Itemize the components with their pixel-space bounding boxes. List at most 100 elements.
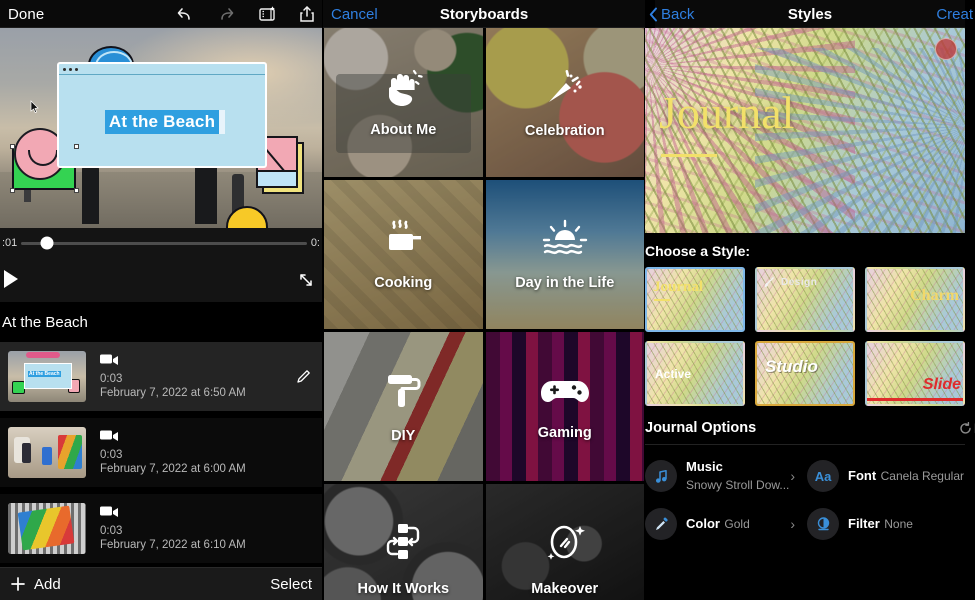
option-key: Color xyxy=(686,516,720,531)
option-filter[interactable]: Filter None xyxy=(807,503,965,545)
style-card-active[interactable]: Active xyxy=(645,341,745,406)
clip-thumbnail xyxy=(8,503,86,554)
selection-handle-bl[interactable] xyxy=(10,188,15,193)
clip-duration: 0:03 xyxy=(100,449,123,461)
magic-movie-icon[interactable] xyxy=(257,5,277,23)
redo-icon[interactable] xyxy=(216,5,236,23)
option-value: Canela Regular xyxy=(880,469,964,483)
style-name: Design xyxy=(781,277,818,288)
options-grid: Music Snowy Stroll Dow... › Aa Font Cane… xyxy=(645,445,965,545)
style-card-studio[interactable]: Studio xyxy=(755,341,855,406)
storyboard-label: Makeover xyxy=(531,581,599,597)
selection-handle-tl[interactable] xyxy=(10,144,15,149)
style-card-charm[interactable]: Charm xyxy=(865,267,965,332)
flow-diagram-icon xyxy=(379,520,427,571)
left-navigation-bar: Done xyxy=(0,0,322,28)
edit-pencil-icon[interactable] xyxy=(295,368,312,390)
left-bottom-toolbar: Add Select xyxy=(0,567,322,600)
storyboard-label: Gaming xyxy=(537,425,592,441)
storyboard-card-diy[interactable]: DIY xyxy=(324,332,483,481)
paint-roller-icon xyxy=(380,369,426,418)
storyboard-grid: About Me Celebration Cooking Day in the … xyxy=(323,28,645,600)
style-card-slide[interactable]: Slide xyxy=(865,341,965,406)
option-key: Music xyxy=(686,459,723,474)
choose-style-label: Choose a Style: xyxy=(645,243,751,259)
title-card-titlebar xyxy=(59,64,265,75)
option-color[interactable]: Color Gold › xyxy=(645,503,803,545)
list-item[interactable]: 0:03 February 7, 2022 at 6:00 AM xyxy=(0,418,322,487)
style-name: Charm xyxy=(910,287,959,304)
create-button[interactable]: Creat xyxy=(936,6,973,23)
clip-thumbnail xyxy=(8,427,86,478)
selection-handle-tr[interactable] xyxy=(74,144,79,149)
app-screenshot: Done At the Beach:01 0: At the Beach At… xyxy=(0,0,975,600)
chevron-right-icon: › xyxy=(790,516,795,532)
storyboard-label: About Me xyxy=(370,122,437,138)
video-preview[interactable]: At the Beach xyxy=(0,28,322,228)
reset-button[interactable]: Re xyxy=(959,421,975,436)
title-card[interactable]: At the Beach xyxy=(57,62,267,168)
clip-list: At the Beach 0:03 February 7, 2022 at 6:… xyxy=(0,342,322,563)
style-name: Slide xyxy=(922,376,961,393)
current-time-label: :01 xyxy=(2,237,18,249)
option-value: Gold xyxy=(724,517,750,531)
storyboard-label: Cooking xyxy=(374,275,433,291)
hot-beverage-icon xyxy=(379,218,427,265)
preview-underline xyxy=(661,154,717,157)
done-button[interactable]: Done xyxy=(8,6,44,23)
scrubber-knob[interactable] xyxy=(40,236,54,250)
style-card-journal[interactable]: Journal xyxy=(645,267,745,332)
add-media-button[interactable]: Add xyxy=(10,576,61,593)
storyboard-card-day-in-the-life[interactable]: Day in the Life xyxy=(485,180,644,329)
storyboard-card-makeover[interactable]: Makeover xyxy=(485,484,644,600)
option-music[interactable]: Music Snowy Stroll Dow... › xyxy=(645,455,803,497)
sunrise-icon xyxy=(539,218,591,265)
storyboard-label: Day in the Life xyxy=(515,275,615,291)
music-note-icon xyxy=(645,460,677,492)
clip-thumbnail: At the Beach xyxy=(8,351,86,402)
option-value: None xyxy=(884,517,913,531)
list-item[interactable]: 0:03 February 7, 2022 at 6:10 AM xyxy=(0,494,322,563)
total-time-label: 0: xyxy=(310,237,320,249)
eyedropper-icon xyxy=(645,508,677,540)
options-title: Journal Options xyxy=(645,420,757,436)
select-button[interactable]: Select xyxy=(270,576,312,593)
plus-icon xyxy=(11,577,25,591)
styles-panel: Back Styles Creat Journal Choose a Style… xyxy=(645,0,975,600)
play-button[interactable] xyxy=(4,270,18,288)
style-name: Journal xyxy=(653,279,704,295)
storyboard-card-gaming[interactable]: Gaming xyxy=(485,332,644,481)
storyboard-card-how-it-works[interactable]: How It Works xyxy=(324,484,483,600)
preview-badge xyxy=(935,38,957,60)
option-font[interactable]: Aa Font Canela Regular xyxy=(807,455,965,497)
storyboard-card-about-me[interactable]: About Me xyxy=(324,28,483,177)
scrubber-track[interactable] xyxy=(21,236,307,250)
selection-handle-br[interactable] xyxy=(74,188,79,193)
storyboard-card-celebration[interactable]: Celebration xyxy=(485,28,644,177)
game-controller-icon xyxy=(538,372,592,415)
timeline-scrubber[interactable]: :01 0: xyxy=(0,228,322,258)
page-title: Storyboards xyxy=(439,5,529,23)
undo-icon[interactable] xyxy=(175,5,195,23)
storyboard-card-cooking[interactable]: Cooking xyxy=(324,180,483,329)
mid-navigation-bar: Cancel Storyboards xyxy=(323,0,645,28)
storyboard-label: Celebration xyxy=(524,123,605,139)
clip-duration: 0:03 xyxy=(100,373,123,385)
style-card-design[interactable]: Design xyxy=(755,267,855,332)
video-camera-icon xyxy=(100,428,316,446)
transport-controls xyxy=(0,258,322,302)
filter-lens-icon xyxy=(807,508,839,540)
fullscreen-icon[interactable] xyxy=(296,270,316,295)
style-preview[interactable]: Journal xyxy=(645,28,965,233)
add-label: Add xyxy=(34,575,61,593)
style-grid: Journal Design Charm Active Studio Slide xyxy=(645,267,965,406)
project-title: At the Beach xyxy=(0,302,322,342)
imovie-project-panel: Done At the Beach:01 0: At the Beach At… xyxy=(0,0,322,600)
option-key: Filter xyxy=(848,516,880,531)
share-icon[interactable] xyxy=(298,5,316,23)
storyboards-panel: Cancel Storyboards About Me Celebration xyxy=(322,0,645,600)
title-card-text[interactable]: At the Beach xyxy=(104,109,220,134)
list-item[interactable]: At the Beach 0:03 February 7, 2022 at 6:… xyxy=(0,342,322,411)
palm-frond-right xyxy=(755,48,965,233)
page-title: Styles xyxy=(787,5,833,23)
